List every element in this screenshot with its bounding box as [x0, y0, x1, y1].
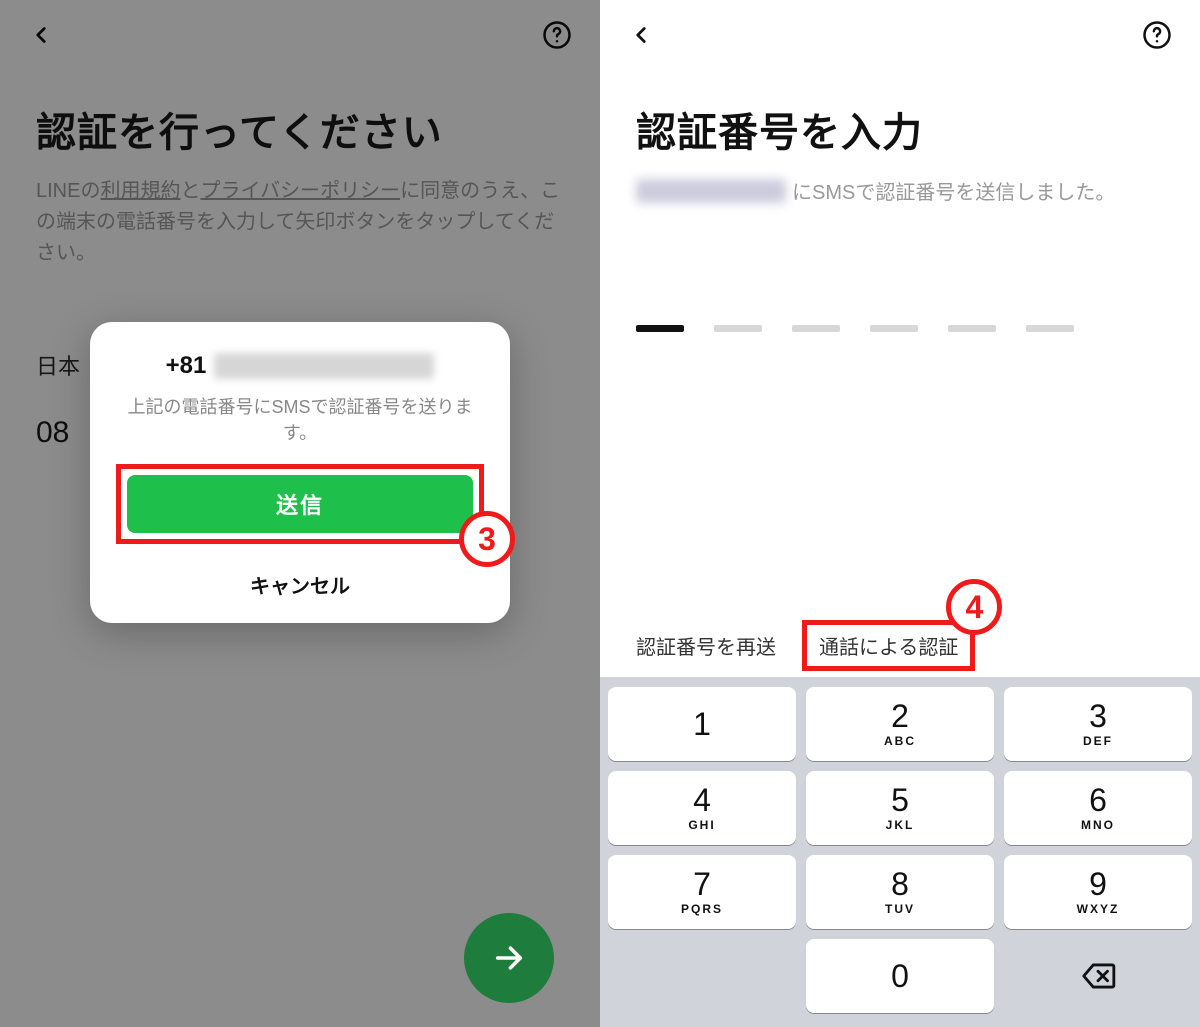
back-icon[interactable]	[28, 22, 54, 48]
phone-prefix: +81	[166, 352, 207, 380]
key-letters: ABC	[884, 734, 916, 748]
keypad-key-0[interactable]: 0	[806, 939, 994, 1013]
phone-number-redacted	[636, 179, 786, 203]
dialog-message: 上記の電話番号にSMSで認証番号を送ります。	[116, 394, 484, 446]
key-digit: 2	[891, 700, 909, 732]
code-slot	[792, 325, 840, 332]
key-letters: WXYZ	[1077, 902, 1120, 916]
keypad-key-6[interactable]: 6 MNO	[1004, 771, 1192, 845]
key-digit: 9	[1089, 868, 1107, 900]
key-digit: 3	[1089, 700, 1107, 732]
key-letters: PQRS	[681, 902, 723, 916]
key-letters: TUV	[885, 902, 915, 916]
action-row: 認証番号を再送 通話による認証 4	[600, 620, 1200, 671]
key-digit: 4	[693, 784, 711, 816]
next-button[interactable]	[464, 913, 554, 1003]
key-digit: 8	[891, 868, 909, 900]
code-slot	[714, 325, 762, 332]
code-slot	[636, 325, 684, 332]
backspace-key[interactable]	[1004, 939, 1192, 1013]
privacy-link[interactable]: プライバシーポリシー	[200, 180, 400, 202]
keypad-key-9[interactable]: 9 WXYZ	[1004, 855, 1192, 929]
annotation-highlight-send: 送信 3	[116, 464, 484, 544]
key-digit: 5	[891, 784, 909, 816]
keypad-key-7[interactable]: 7 PQRS	[608, 855, 796, 929]
send-button[interactable]: 送信	[127, 475, 473, 533]
confirm-sms-dialog: +81 上記の電話番号にSMSで認証番号を送ります。 送信 3 キャンセル	[90, 322, 510, 623]
code-input[interactable]	[636, 325, 1164, 332]
tos-link[interactable]: 利用規約	[100, 180, 180, 202]
screen-code-entry: 認証番号を入力 にSMSで認証番号を送信しました。 認証番号を再送 通話による認…	[600, 0, 1200, 1027]
topbar	[0, 0, 600, 70]
code-slot	[1026, 325, 1074, 332]
key-digit: 0	[891, 960, 909, 992]
keypad-key-5[interactable]: 5 JKL	[806, 771, 994, 845]
key-digit: 7	[693, 868, 711, 900]
keypad-key-2[interactable]: 2 ABC	[806, 687, 994, 761]
key-letters: JKL	[886, 818, 915, 832]
call-auth-button[interactable]: 通話による認証	[819, 637, 958, 659]
help-icon[interactable]	[1142, 20, 1172, 50]
help-icon[interactable]	[542, 20, 572, 50]
key-letters: DEF	[1083, 734, 1113, 748]
resend-code-button[interactable]: 認証番号を再送	[636, 631, 776, 660]
annotation-badge-3: 3	[459, 511, 515, 567]
keypad-key-8[interactable]: 8 TUV	[806, 855, 994, 929]
annotation-highlight-call: 通話による認証 4	[802, 620, 975, 671]
back-icon[interactable]	[628, 22, 654, 48]
code-slot	[870, 325, 918, 332]
page-title: 認証を行ってください	[36, 100, 564, 158]
annotation-badge-4: 4	[946, 579, 1002, 635]
code-slot	[948, 325, 996, 332]
key-digit: 6	[1089, 784, 1107, 816]
phone-number-redacted	[214, 353, 434, 379]
key-letters: GHI	[688, 818, 715, 832]
sms-sent-message: にSMSで認証番号を送信しました。	[636, 176, 1164, 205]
keypad-spacer	[608, 939, 796, 1013]
key-digit: 1	[693, 708, 711, 740]
screen-phone-entry: 認証を行ってください LINEの利用規約とプライバシーポリシーに同意のうえ、この…	[0, 0, 600, 1027]
topbar	[600, 0, 1200, 70]
description: LINEの利用規約とプライバシーポリシーに同意のうえ、この端末の電話番号を入力し…	[36, 176, 564, 269]
cancel-button[interactable]: キャンセル	[116, 570, 484, 599]
key-letters: MNO	[1081, 818, 1115, 832]
keypad-key-4[interactable]: 4 GHI	[608, 771, 796, 845]
keypad-key-3[interactable]: 3 DEF	[1004, 687, 1192, 761]
page-title: 認証番号を入力	[636, 100, 1164, 158]
keypad-key-1[interactable]: 1	[608, 687, 796, 761]
numeric-keypad: 1 2 ABC 3 DEF 4 GHI 5 JKL 6 MNO 7 PQRS 8 TUV 9 WXYZ 0	[600, 677, 1200, 1027]
